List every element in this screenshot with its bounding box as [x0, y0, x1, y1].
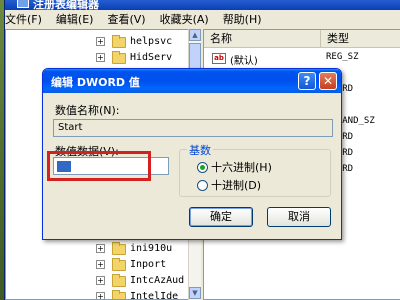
menu-view[interactable]: 查看(V)	[107, 11, 145, 27]
folder-icon	[112, 51, 126, 64]
base-group-title: 基数	[187, 142, 213, 158]
expand-icon[interactable]: +	[96, 260, 105, 269]
folder-icon	[112, 35, 126, 48]
tree-item-label: helpsvc	[130, 36, 173, 47]
folder-icon	[112, 274, 126, 287]
tree-item-label: ini910u	[130, 243, 173, 254]
radio-unselected-icon[interactable]	[197, 179, 208, 191]
radio-hex-label: 十六进制(H)	[211, 161, 272, 174]
value-row[interactable]: ab (默认) REG_SZ	[204, 51, 400, 67]
cancel-button[interactable]: 取消	[267, 207, 331, 227]
radio-hex[interactable]: 十六进制(H)	[197, 159, 272, 175]
expand-icon[interactable]: +	[96, 292, 105, 299]
tree-item[interactable]: + IntelIde	[6, 289, 200, 300]
folder-icon	[112, 290, 126, 299]
radio-dec-label: 十进制(D)	[211, 179, 262, 192]
scroll-up-icon[interactable]: ▲	[189, 29, 201, 41]
tree-item-label: IntcAzAud	[130, 275, 185, 286]
menu-favorites[interactable]: 收藏夹(A)	[160, 11, 209, 27]
radio-dec[interactable]: 十进制(D)	[197, 177, 261, 193]
tree-item-label: Inport	[130, 259, 167, 270]
regedit-icon	[17, 0, 29, 8]
menu-bar: 文件(F) 编辑(E) 查看(V) 收藏夹(A) 帮助(H)	[5, 10, 400, 28]
tree-item[interactable]: + IntcAzAud	[6, 273, 200, 289]
folder-icon	[112, 242, 126, 255]
value-type: REG_SZ	[326, 52, 359, 62]
folder-icon	[112, 258, 126, 271]
expand-icon[interactable]: +	[96, 37, 105, 46]
close-button[interactable]: ✕	[319, 72, 337, 90]
value-name-label: 数值名称(N):	[55, 104, 120, 117]
red-highlight-box	[47, 151, 151, 181]
value-name: (默认)	[230, 56, 258, 67]
column-header-name[interactable]: 名称	[204, 30, 320, 48]
expand-icon[interactable]: +	[96, 276, 105, 285]
dialog-title: 编辑 DWORD 值	[51, 76, 140, 89]
column-header-type[interactable]: 类型	[320, 30, 400, 48]
tree-item-label: IntelIde	[130, 291, 179, 300]
tree-item[interactable]: + ini910u	[6, 241, 200, 257]
value-name-field: Start	[53, 119, 333, 137]
dialog-title-bar[interactable]: 编辑 DWORD 值 ? ✕	[43, 69, 341, 93]
expand-icon[interactable]: +	[96, 53, 105, 62]
tree-item[interactable]: + helpsvc	[6, 34, 200, 50]
radio-selected-icon[interactable]	[197, 161, 208, 173]
window-title-bar[interactable]: 注册表编辑器	[5, 0, 400, 11]
menu-help[interactable]: 帮助(H)	[223, 11, 262, 27]
menu-file[interactable]: 文件(F)	[5, 11, 42, 27]
string-value-icon: ab	[212, 53, 226, 64]
tree-item[interactable]: + HidServ	[6, 50, 200, 66]
ok-button[interactable]: 确定	[189, 207, 253, 227]
help-button[interactable]: ?	[298, 72, 316, 90]
scroll-down-icon[interactable]: ▼	[189, 287, 201, 299]
tree-item-label: HidServ	[130, 52, 173, 63]
edit-dword-dialog: 编辑 DWORD 值 ? ✕ 数值名称(N): Start 数值数据(V): 基…	[42, 68, 342, 240]
menu-edit[interactable]: 编辑(E)	[56, 11, 94, 27]
expand-icon[interactable]: +	[96, 244, 105, 253]
tree-item[interactable]: + Inport	[6, 257, 200, 273]
